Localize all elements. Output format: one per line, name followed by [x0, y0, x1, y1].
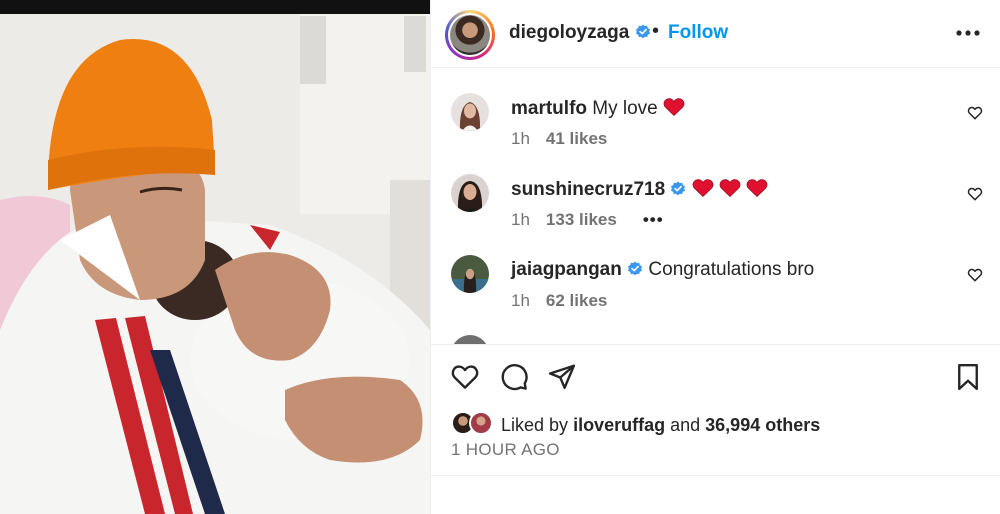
comment-meta: 1h 62 likes: [511, 291, 607, 311]
comment-like-heart-icon[interactable]: [967, 105, 983, 121]
paper-plane-icon[interactable]: [547, 362, 577, 392]
liked-by-prefix: Liked by: [501, 415, 569, 435]
heart-outline-icon[interactable]: [450, 362, 480, 392]
comment-time: 1h: [511, 291, 530, 310]
divider: [431, 475, 1000, 476]
red-heart-emoji-icon: [663, 98, 685, 117]
post-photo[interactable]: [0, 0, 430, 514]
verified-badge-icon: [628, 261, 643, 276]
speech-bubble-icon[interactable]: [499, 362, 529, 392]
comment-likes[interactable]: 133 likes: [546, 210, 617, 229]
verified-badge-icon: [635, 24, 650, 39]
comment-more-options[interactable]: •••: [643, 210, 664, 230]
liked-by-and: and: [670, 415, 701, 435]
verified-badge-icon: [671, 181, 686, 196]
comment-username[interactable]: sunshinecruz718: [511, 179, 665, 200]
liked-by-others[interactable]: 36,994 others: [705, 415, 820, 435]
comment-meta: 1h 41 likes: [511, 129, 607, 149]
comment-time: 1h: [511, 210, 530, 229]
post-header: diegoloyzaga • Follow: [431, 0, 1000, 68]
comment-item: jaiagpangan Congratulations bro 1h 62 lik…: [431, 255, 1000, 335]
comment-avatar[interactable]: [451, 255, 489, 293]
comment-text: My love: [592, 98, 658, 119]
owner-username[interactable]: diegoloyzaga: [509, 22, 629, 43]
separator-dot: •: [652, 20, 660, 42]
comment-likes[interactable]: 41 likes: [546, 129, 607, 148]
comment-avatar[interactable]: [451, 335, 489, 344]
comment-username[interactable]: martulfo: [511, 98, 587, 119]
comment-item: martulfo My love 1h 41 likes: [431, 93, 1000, 173]
comment-time: 1h: [511, 129, 530, 148]
comment-likes[interactable]: 62 likes: [546, 291, 607, 310]
liked-by-username[interactable]: iloveruffag: [573, 415, 665, 435]
liked-by-text: Liked by iloveruffag and 36,994 others: [501, 415, 820, 436]
liked-by-avatars[interactable]: [451, 411, 495, 437]
comment-meta: 1h 133 likes •••: [511, 210, 664, 230]
comment-text: Congratulations bro: [648, 259, 815, 280]
comment-item: sunshinecruz718 1h 133 likes •••: [431, 174, 1000, 254]
follow-button[interactable]: Follow: [668, 22, 728, 44]
post-actions: Liked by iloveruffag and 36,994 others 1…: [431, 344, 1000, 476]
comments-list[interactable]: martulfo My love 1h 41 likes sunshinecruz: [431, 69, 1000, 344]
red-heart-emoji-icon: [719, 179, 741, 198]
comment-username[interactable]: jaiagpangan: [511, 259, 622, 280]
post-image: [0, 0, 430, 514]
red-heart-emoji-icon: [692, 179, 714, 198]
comment-item-partial: [431, 335, 1000, 344]
comment-line: martulfo My love: [511, 97, 685, 120]
post-timestamp[interactable]: 1 HOUR AGO: [451, 440, 560, 460]
post-side-panel: diegoloyzaga • Follow martulfo My love 1…: [430, 0, 1000, 514]
owner-avatar[interactable]: [445, 10, 495, 60]
more-options-icon[interactable]: [953, 23, 983, 43]
comment-avatar[interactable]: [451, 93, 489, 131]
comment-line: sunshinecruz718: [511, 178, 768, 201]
comment-line: jaiagpangan Congratulations bro: [511, 259, 814, 281]
comment-like-heart-icon[interactable]: [967, 267, 983, 283]
comment-avatar[interactable]: [451, 174, 489, 212]
bookmark-icon[interactable]: [953, 362, 983, 392]
comment-like-heart-icon[interactable]: [967, 186, 983, 202]
red-heart-emoji-icon: [746, 179, 768, 198]
owner-username-row: diegoloyzaga: [509, 22, 651, 44]
